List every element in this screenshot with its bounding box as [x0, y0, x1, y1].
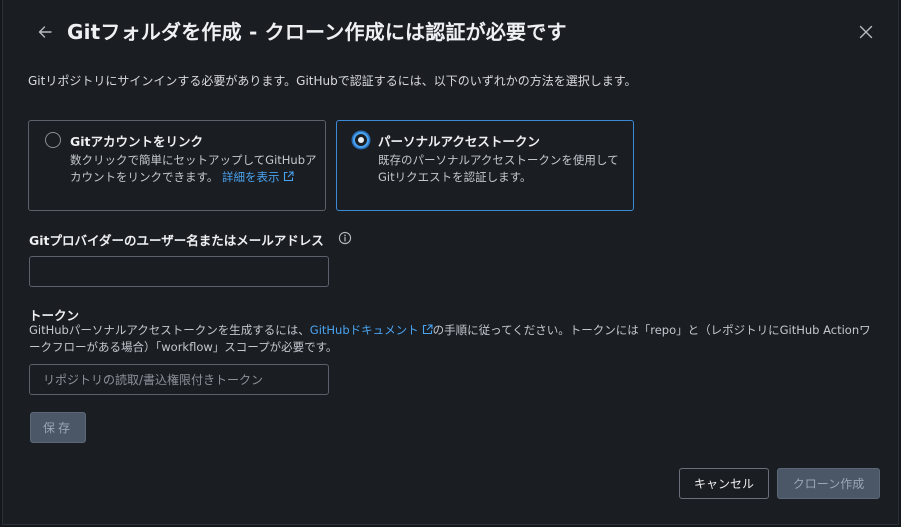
username-input[interactable]: [29, 256, 329, 287]
option-description: 既存のパーソナルアクセストークンを使用してGitリクエストを認証します。: [378, 153, 619, 184]
external-link-icon: [422, 324, 433, 335]
info-icon[interactable]: [338, 231, 352, 245]
option-link-git-account[interactable]: Gitアカウントをリンク 数クリックで簡単にセットアップしてGitHubアカウン…: [28, 120, 326, 211]
dialog-title: Gitフォルダを作成 - クローン作成には認証が必要です: [67, 20, 567, 44]
token-input[interactable]: [29, 364, 329, 395]
save-button[interactable]: 保存: [30, 412, 86, 443]
option-title: パーソナルアクセストークン: [378, 134, 540, 149]
clone-button[interactable]: クローン作成: [777, 468, 880, 499]
option-title: Gitアカウントをリンク: [70, 134, 204, 149]
radio-personal-access-token[interactable]: [353, 132, 369, 148]
token-description: GitHubパーソナルアクセストークンを生成するには、GitHubドキュメントの…: [29, 323, 871, 354]
cancel-button[interactable]: キャンセル: [679, 468, 769, 499]
close-button[interactable]: [854, 20, 878, 44]
option-personal-access-token[interactable]: パーソナルアクセストークン 既存のパーソナルアクセストークンを使用してGitリク…: [336, 120, 634, 211]
radio-link-git-account[interactable]: [45, 132, 61, 148]
arrow-left-icon: [38, 26, 52, 38]
close-icon: [859, 25, 873, 39]
back-button[interactable]: [33, 20, 57, 44]
github-docs-link[interactable]: GitHubドキュメント: [310, 323, 433, 337]
username-label: Gitプロバイダーのユーザー名またはメールアドレス: [29, 233, 324, 248]
option-description: 数クリックで簡単にセットアップしてGitHubアカウントをリンクできます。 詳細…: [70, 152, 320, 186]
intro-text: Gitリポジトリにサインインする必要があります。GitHubで認証するには、以下…: [28, 74, 637, 88]
create-git-folder-dialog: Gitフォルダを作成 - クローン作成には認証が必要です Gitリポジトリにサイ…: [2, 0, 899, 525]
external-link-icon: [283, 171, 294, 182]
learn-more-link[interactable]: 詳細を表示: [222, 170, 294, 184]
